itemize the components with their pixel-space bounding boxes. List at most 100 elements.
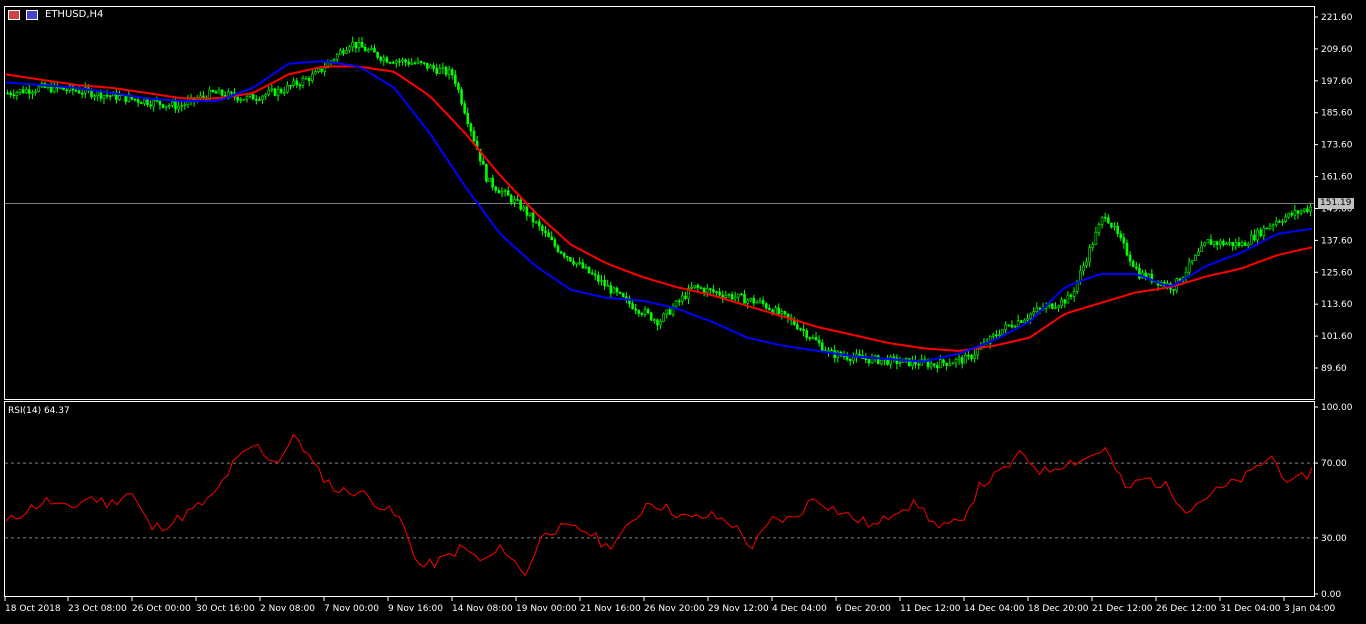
chart-window[interactable]: 221.60 209.60 197.60 185.60 173.60 161.60 149.…: [0, 0, 1366, 620]
candle-body: [96, 91, 100, 96]
candle-body: [1107, 217, 1110, 224]
candle-body: [553, 239, 557, 247]
candle-body: [998, 334, 1001, 337]
candle-body: [183, 104, 187, 107]
candle-body: [1007, 324, 1011, 327]
price-tick-label: 173.60: [1321, 141, 1353, 151]
price-tick-label: 101.60: [1321, 332, 1353, 342]
candle-body: [715, 291, 718, 294]
candle-body: [867, 359, 871, 364]
rsi-indicator: [5, 433, 1313, 577]
candle-body: [864, 358, 868, 360]
candle-body: [15, 92, 19, 96]
candle-body: [892, 356, 896, 359]
candle-body: [152, 100, 156, 107]
candle-body: [1302, 208, 1306, 212]
candle-body: [852, 357, 855, 362]
candle-body: [1079, 270, 1082, 282]
candle-body: [1038, 307, 1042, 310]
candle-body: [77, 90, 81, 94]
rsi-panel-frame: [4, 401, 1315, 597]
candle-body: [730, 294, 734, 300]
candle-body: [171, 101, 174, 106]
time-tick-label: 14 Nov 08:00: [452, 604, 513, 614]
candle-body: [929, 363, 933, 368]
candle-body: [143, 99, 146, 104]
candle-body: [1218, 240, 1222, 245]
candle-body: [646, 309, 650, 314]
candle-body: [764, 303, 768, 309]
candle-body: [214, 91, 218, 94]
candle-body: [450, 69, 454, 76]
candle-body: [1234, 242, 1238, 247]
candle-body: [307, 77, 311, 82]
ma-fast-line: [5, 60, 1313, 363]
candle-body: [705, 288, 709, 294]
candle-body: [457, 83, 460, 90]
candle-body: [1004, 324, 1008, 330]
price-tick-label: 161.60: [1321, 173, 1353, 183]
candle-body: [783, 311, 787, 315]
candle-body: [677, 300, 681, 303]
candle-body: [332, 59, 336, 62]
chart-properties-icon[interactable]: [26, 10, 38, 20]
candle-body: [796, 324, 799, 330]
candle-body: [1271, 224, 1275, 227]
candle-body: [649, 312, 653, 321]
candle-body: [239, 99, 243, 101]
candle-body: [158, 100, 162, 105]
candle-body: [1265, 227, 1269, 230]
candle-body: [746, 299, 749, 304]
candle-body: [34, 91, 37, 93]
candle-body: [255, 99, 258, 101]
candle-body: [413, 62, 417, 65]
candle-body: [1054, 307, 1057, 309]
moving-averages: [5, 60, 1313, 363]
candle-body: [587, 266, 591, 274]
candle-body: [1082, 265, 1085, 272]
candle-body: [696, 285, 700, 288]
candle-body: [562, 252, 566, 257]
candle-body: [503, 190, 507, 192]
price-tick-label: 185.60: [1321, 109, 1353, 119]
candle-body: [581, 262, 585, 269]
candle-body: [948, 363, 952, 366]
candle-body: [429, 65, 432, 69]
candle-body: [547, 232, 550, 238]
candle-body: [936, 364, 939, 369]
candle-body: [1243, 242, 1247, 246]
candle-body: [1222, 240, 1225, 246]
candle-body: [957, 357, 961, 360]
candle-body: [898, 362, 902, 364]
candle-body: [960, 357, 964, 364]
rsi-line: [5, 433, 1313, 577]
candle-body: [99, 91, 103, 99]
candle-body: [559, 251, 563, 254]
candle-body: [709, 288, 712, 290]
candle-body: [466, 112, 470, 124]
candle-body: [674, 300, 678, 308]
chart-canvas[interactable]: 221.60209.60197.60185.60173.60161.60149.…: [0, 0, 1366, 620]
candle-body: [755, 301, 759, 304]
candle-body: [426, 62, 429, 69]
candle-body: [768, 307, 771, 311]
candle-body: [736, 293, 740, 298]
chart-window-icon[interactable]: [8, 10, 20, 20]
candle-body: [385, 57, 389, 63]
candle-body: [541, 225, 544, 232]
candle-body: [612, 287, 616, 294]
candle-body: [876, 355, 880, 364]
candle-body: [702, 288, 706, 294]
candle-body: [1057, 305, 1060, 308]
candle-body: [1072, 290, 1076, 297]
candle-body: [774, 307, 777, 315]
candle-body: [348, 46, 351, 51]
candle-body: [251, 94, 255, 100]
candle-body: [37, 86, 40, 92]
candle-body: [1287, 212, 1290, 218]
price-tick-label: 221.60: [1321, 13, 1353, 23]
candle-body: [376, 51, 379, 58]
candle-body: [506, 190, 510, 196]
candle-body: [684, 295, 687, 299]
candle-body: [422, 62, 426, 64]
